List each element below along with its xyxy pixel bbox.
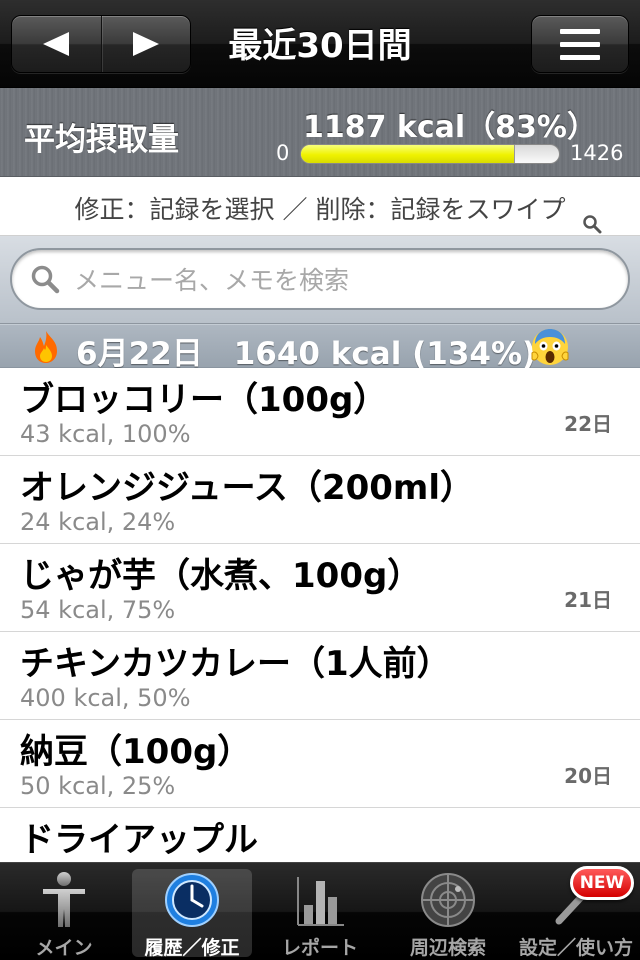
item-detail: 50 kcal, 25% bbox=[20, 772, 176, 800]
item-detail: 54 kcal, 75% bbox=[20, 596, 176, 624]
tab-nearby[interactable]: 周辺検索 bbox=[384, 863, 512, 960]
navigation-bar: 最近30日間 bbox=[0, 0, 640, 88]
tab-report[interactable]: レポート bbox=[256, 863, 384, 960]
person-icon bbox=[43, 872, 85, 927]
tab-main[interactable]: メイン bbox=[0, 863, 128, 960]
item-detail: 400 kcal, 50% bbox=[20, 684, 191, 712]
tab-label: 周辺検索 bbox=[409, 937, 486, 959]
clock-icon bbox=[165, 873, 219, 927]
item-detail: 24 kcal, 24% bbox=[20, 508, 176, 536]
day-section-header: 6月22日 1640 kcal (134%) bbox=[0, 324, 640, 372]
tab-label: 設定／使い方 bbox=[518, 937, 633, 959]
item-day: 21日 bbox=[564, 588, 612, 612]
search-icon[interactable] bbox=[582, 214, 602, 234]
intake-progress-bar bbox=[300, 144, 560, 164]
average-intake-label: 平均摂取量 bbox=[24, 122, 179, 158]
item-detail: 43 kcal, 100% bbox=[20, 420, 191, 448]
record-list: ブロッコリー（100g） 43 kcal, 100% 22日 オレンジジュース（… bbox=[0, 368, 640, 862]
tab-label: レポート bbox=[281, 937, 358, 959]
previous-button[interactable] bbox=[12, 16, 101, 72]
edit-hint: 修正：記録を選択 ／ 削除：記録をスワイプ bbox=[0, 178, 640, 236]
tab-label: 履歴／修正 bbox=[144, 937, 240, 959]
item-day: 20日 bbox=[564, 764, 612, 788]
search-input[interactable] bbox=[74, 260, 614, 300]
tab-bar: メイン 履歴／修正 レポート 周辺検索 設定／使い方 bbox=[0, 862, 640, 960]
intake-progress-fill bbox=[301, 145, 516, 163]
item-title: じゃが芋（水煮、100g） bbox=[20, 556, 422, 596]
radar-icon bbox=[421, 873, 475, 927]
bar-chart-icon bbox=[297, 877, 344, 926]
prev-next-segmented-control bbox=[11, 15, 191, 73]
tab-label: メイン bbox=[35, 937, 93, 959]
menu-button[interactable] bbox=[531, 15, 629, 73]
search-icon bbox=[31, 265, 60, 294]
screaming-face-icon bbox=[531, 329, 569, 365]
list-item[interactable]: 納豆（100g） 50 kcal, 25% 20日 bbox=[0, 720, 640, 808]
item-title: チキンカツカレー（1人前） bbox=[20, 644, 451, 684]
triangle-left-icon bbox=[43, 32, 70, 56]
list-item[interactable]: ブロッコリー（100g） 43 kcal, 100% 22日 bbox=[0, 368, 640, 456]
triangle-right-icon bbox=[132, 32, 159, 56]
page-title: 最近30日間 bbox=[228, 26, 412, 66]
intake-bar-min: 0 bbox=[276, 141, 290, 165]
fire-icon bbox=[35, 331, 57, 363]
item-title: 納豆（100g） bbox=[20, 732, 252, 772]
list-item[interactable]: じゃが芋（水煮、100g） 54 kcal, 75% 21日 bbox=[0, 544, 640, 632]
list-item[interactable]: オレンジジュース（200ml） 24 kcal, 24% bbox=[0, 456, 640, 544]
item-title: オレンジジュース（200ml） bbox=[20, 468, 474, 508]
list-item[interactable]: チキンカツカレー（1人前） 400 kcal, 50% bbox=[0, 632, 640, 720]
next-button[interactable] bbox=[100, 16, 191, 72]
day-section-title: 6月22日 1640 kcal (134%) bbox=[76, 336, 537, 372]
item-day: 22日 bbox=[564, 412, 612, 436]
search-field[interactable] bbox=[10, 248, 630, 310]
item-title: ドライアップル bbox=[20, 820, 258, 860]
list-item[interactable]: ドライアップル bbox=[0, 808, 640, 862]
search-bar bbox=[0, 236, 640, 324]
new-badge: NEW bbox=[570, 866, 634, 900]
average-intake-value: 1187 kcal（83%） bbox=[302, 110, 597, 145]
hamburger-menu-icon bbox=[560, 28, 600, 34]
edit-hint-text: 修正：記録を選択 ／ 削除：記録をスワイプ bbox=[74, 195, 566, 224]
intake-bar-max: 1426 bbox=[570, 141, 624, 165]
tab-history[interactable]: 履歴／修正 bbox=[128, 863, 256, 960]
item-title: ブロッコリー（100g） bbox=[20, 380, 388, 420]
